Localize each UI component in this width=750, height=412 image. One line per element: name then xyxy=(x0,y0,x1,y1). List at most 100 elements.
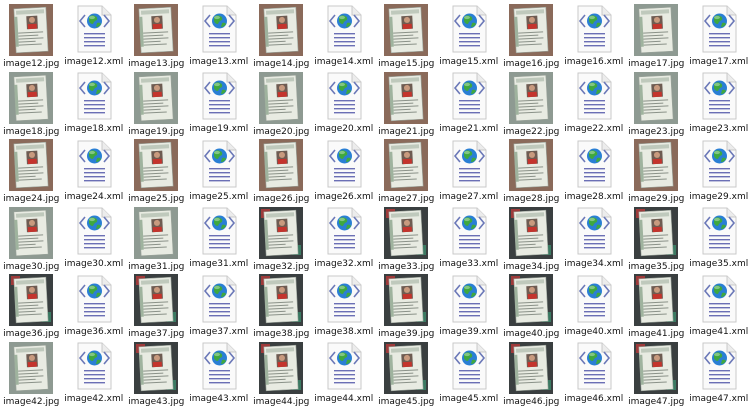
id-card-photo-thumbnail xyxy=(133,139,179,191)
xml-document-icon xyxy=(196,4,242,54)
xml-file-item[interactable]: image33.xml xyxy=(438,203,501,271)
jpg-file-item[interactable]: image14.jpg xyxy=(250,0,313,69)
jpg-file-item[interactable]: image15.jpg xyxy=(375,0,438,69)
file-name-label: image44.xml xyxy=(314,394,374,404)
xml-file-item[interactable]: image21.xml xyxy=(438,68,501,136)
id-card-photo-thumbnail xyxy=(508,71,554,124)
jpg-file-item[interactable]: image40.jpg xyxy=(500,270,563,339)
xml-file-item[interactable]: image17.xml xyxy=(688,0,750,68)
id-card-photo-thumbnail xyxy=(633,274,679,326)
xml-file-item[interactable]: image24.xml xyxy=(63,135,126,203)
file-name-label: image28.xml xyxy=(564,191,624,202)
xml-document-icon xyxy=(71,72,117,122)
id-card-photo-thumbnail xyxy=(383,274,429,326)
xml-file-item[interactable]: image22.xml xyxy=(563,68,626,136)
xml-file-item[interactable]: image29.xml xyxy=(688,135,750,203)
jpg-file-item[interactable]: image29.jpg xyxy=(625,135,688,204)
jpg-file-item[interactable]: image33.jpg xyxy=(375,203,438,272)
xml-file-item[interactable]: image20.xml xyxy=(313,68,376,136)
jpg-file-item[interactable]: image20.jpg xyxy=(250,68,313,137)
file-name-label: image24.xml xyxy=(64,191,124,202)
jpg-file-item[interactable]: image45.jpg xyxy=(375,338,438,407)
xml-file-item[interactable]: image18.xml xyxy=(63,68,126,136)
jpg-file-item[interactable]: image34.jpg xyxy=(500,203,563,272)
xml-file-item[interactable]: image45.xml xyxy=(438,338,501,406)
xml-document-icon xyxy=(71,207,117,257)
xml-document-icon xyxy=(696,274,742,324)
xml-file-item[interactable]: image34.xml xyxy=(563,203,626,271)
file-name-label: image14.xml xyxy=(314,56,374,67)
xml-file-item[interactable]: image38.xml xyxy=(313,270,376,338)
xml-file-item[interactable]: image32.xml xyxy=(313,203,376,271)
xml-file-item[interactable]: image16.xml xyxy=(563,0,626,68)
xml-file-item[interactable]: image37.xml xyxy=(188,270,251,338)
xml-file-item[interactable]: image42.xml xyxy=(63,338,126,406)
xml-file-item[interactable]: image43.xml xyxy=(188,338,251,406)
xml-file-item[interactable]: image44.xml xyxy=(313,338,376,406)
jpg-file-item[interactable]: image22.jpg xyxy=(500,68,563,137)
xml-file-item[interactable]: image23.xml xyxy=(688,68,750,136)
jpg-file-item[interactable]: image43.jpg xyxy=(125,338,188,407)
jpg-file-item[interactable]: image28.jpg xyxy=(500,135,563,204)
xml-document-icon xyxy=(446,274,492,324)
xml-file-item[interactable]: image27.xml xyxy=(438,135,501,203)
jpg-file-item[interactable]: image30.jpg xyxy=(0,203,63,272)
xml-file-item[interactable]: image46.xml xyxy=(563,338,626,406)
jpg-file-item[interactable]: image18.jpg xyxy=(0,68,63,137)
file-name-label: image45.jpg xyxy=(378,396,435,407)
xml-file-item[interactable]: image39.xml xyxy=(438,270,501,338)
id-card-photo-thumbnail xyxy=(383,139,429,191)
id-card-photo-thumbnail xyxy=(383,206,429,259)
jpg-file-item[interactable]: image24.jpg xyxy=(0,135,63,204)
xml-file-item[interactable]: image26.xml xyxy=(313,135,376,203)
jpg-file-item[interactable]: image47.jpg xyxy=(625,338,688,407)
xml-file-item[interactable]: image31.xml xyxy=(188,203,251,271)
jpg-file-item[interactable]: image46.jpg xyxy=(500,338,563,407)
jpg-file-item[interactable]: image39.jpg xyxy=(375,270,438,339)
jpg-file-item[interactable]: image31.jpg xyxy=(125,203,188,272)
xml-document-icon xyxy=(446,139,492,189)
xml-file-item[interactable]: image30.xml xyxy=(63,203,126,271)
xml-document-icon xyxy=(571,274,617,324)
xml-file-item[interactable]: image13.xml xyxy=(188,0,251,68)
jpg-file-item[interactable]: image16.jpg xyxy=(500,0,563,69)
jpg-file-item[interactable]: image27.jpg xyxy=(375,135,438,204)
jpg-file-item[interactable]: image41.jpg xyxy=(625,270,688,339)
jpg-file-item[interactable]: image32.jpg xyxy=(250,203,313,272)
xml-document-icon xyxy=(196,274,242,324)
jpg-file-item[interactable]: image26.jpg xyxy=(250,135,313,204)
id-card-photo-thumbnail xyxy=(633,71,679,124)
xml-file-item[interactable]: image36.xml xyxy=(63,270,126,338)
xml-file-item[interactable]: image15.xml xyxy=(438,0,501,68)
jpg-file-item[interactable]: image44.jpg xyxy=(250,338,313,407)
id-card-photo-thumbnail xyxy=(258,139,304,191)
xml-document-icon xyxy=(71,4,117,54)
jpg-file-item[interactable]: image13.jpg xyxy=(125,0,188,69)
jpg-file-item[interactable]: image23.jpg xyxy=(625,68,688,137)
jpg-file-item[interactable]: image21.jpg xyxy=(375,68,438,137)
xml-document-icon xyxy=(571,139,617,189)
file-name-label: image15.xml xyxy=(439,56,499,67)
file-name-label: image47.jpg xyxy=(628,396,685,407)
jpg-file-item[interactable]: image35.jpg xyxy=(625,203,688,272)
xml-document-icon xyxy=(321,274,367,324)
jpg-file-item[interactable]: image25.jpg xyxy=(125,135,188,204)
jpg-file-item[interactable]: image19.jpg xyxy=(125,68,188,137)
jpg-file-item[interactable]: image37.jpg xyxy=(125,270,188,339)
xml-file-item[interactable]: image28.xml xyxy=(563,135,626,203)
jpg-file-item[interactable]: image42.jpg xyxy=(0,338,63,407)
jpg-file-item[interactable]: image17.jpg xyxy=(625,0,688,69)
xml-file-item[interactable]: image35.xml xyxy=(688,203,750,271)
xml-file-item[interactable]: image14.xml xyxy=(313,0,376,68)
xml-file-item[interactable]: image19.xml xyxy=(188,68,251,136)
xml-file-item[interactable]: image47.xml xyxy=(688,338,750,406)
xml-file-item[interactable]: image12.xml xyxy=(63,0,126,68)
jpg-file-item[interactable]: image36.jpg xyxy=(0,270,63,339)
xml-file-item[interactable]: image25.xml xyxy=(188,135,251,203)
jpg-file-item[interactable]: image38.jpg xyxy=(250,270,313,339)
xml-document-icon xyxy=(696,139,742,189)
id-card-photo-thumbnail xyxy=(383,4,429,56)
xml-file-item[interactable]: image40.xml xyxy=(563,270,626,338)
xml-file-item[interactable]: image41.xml xyxy=(688,270,750,338)
jpg-file-item[interactable]: image12.jpg xyxy=(0,0,63,69)
